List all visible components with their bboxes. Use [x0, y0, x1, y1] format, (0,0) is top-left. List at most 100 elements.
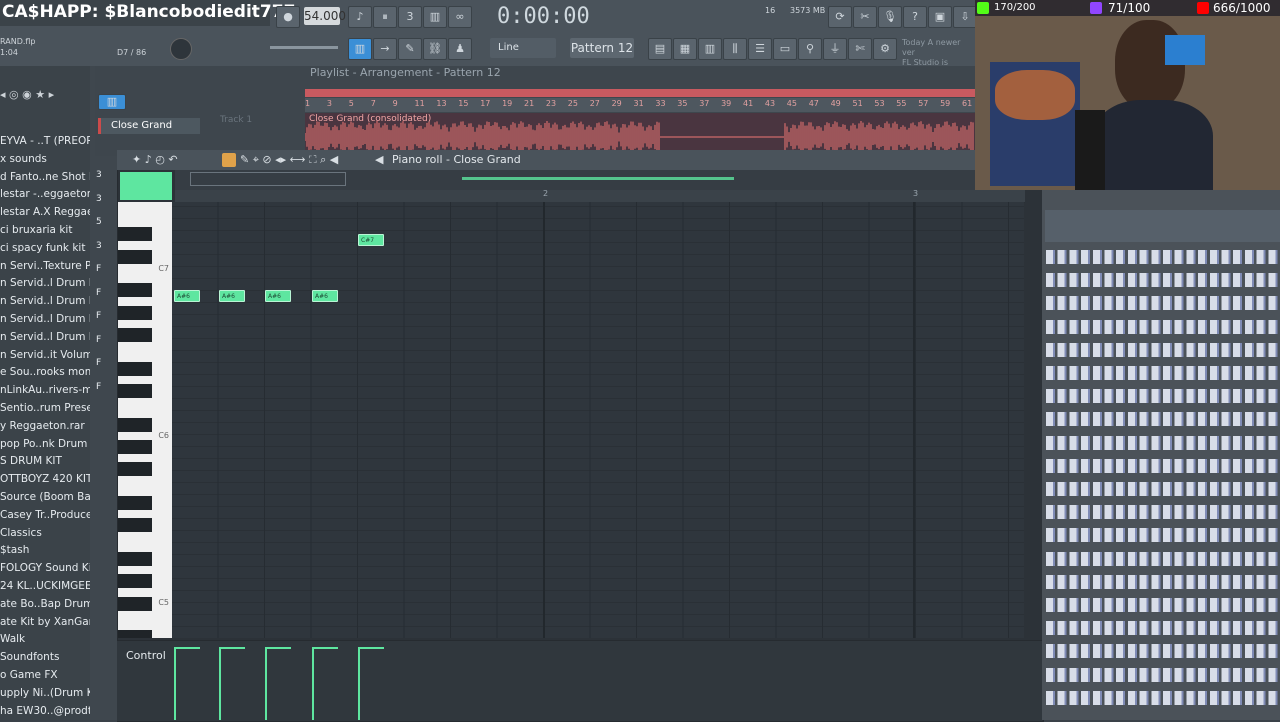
plug-icon[interactable]: ⏚ [823, 38, 847, 60]
browser-item[interactable]: Classics [0, 525, 90, 541]
metronome-icon[interactable]: ♪ [348, 6, 372, 28]
browser-item[interactable]: o Game FX [0, 667, 90, 683]
plugin-key-row[interactable] [1046, 598, 1280, 612]
link-icon[interactable]: ⛓ [423, 38, 447, 60]
browser-item[interactable]: Casey Tr..Producer Kit [0, 507, 90, 523]
master-pitch-slider[interactable] [270, 46, 338, 49]
piano-keyboard[interactable]: C7 C6 C5 [118, 202, 172, 638]
browser-item[interactable]: y Reggaeton.rar [0, 418, 90, 434]
plugin-key-row[interactable] [1046, 505, 1280, 520]
browser-item[interactable]: $tash [0, 542, 90, 558]
rack-channel[interactable]: F [96, 288, 112, 298]
black-key[interactable] [118, 328, 152, 342]
piano-roll-button[interactable]: ▥ [348, 38, 372, 60]
export-icon[interactable]: ⇩ [953, 6, 977, 28]
black-key[interactable] [118, 630, 152, 638]
black-key[interactable] [118, 384, 152, 398]
browser-item[interactable]: Sentio..rum Presets [0, 400, 90, 416]
plugin-key-row[interactable] [1046, 342, 1280, 357]
countdown-icon[interactable]: 3 [398, 6, 422, 28]
blend-notes-icon[interactable]: ∞ [448, 6, 472, 28]
velocity-bar[interactable] [312, 648, 314, 720]
project-icon[interactable]: ▭ [773, 38, 797, 60]
tempo-display[interactable]: 54.000 [304, 7, 346, 25]
mic-icon[interactable]: 🎙 [878, 6, 902, 28]
overview-window[interactable] [190, 172, 346, 186]
plugin-key-row[interactable] [1046, 250, 1280, 264]
channel-selector[interactable]: Close Grand [98, 118, 200, 134]
black-key[interactable] [118, 227, 152, 242]
plugin-key-row[interactable] [1046, 667, 1280, 682]
control-label[interactable]: Control [126, 649, 166, 662]
plugin-icon[interactable]: ⚲ [798, 38, 822, 60]
wrench-icon[interactable]: ⚙ [873, 38, 897, 60]
rack-channel[interactable]: 3 [96, 170, 112, 180]
black-key[interactable] [118, 440, 152, 454]
playlist-view-button[interactable]: ▥ [98, 94, 126, 110]
rack-channel[interactable]: F [96, 264, 112, 274]
plugin-key-row[interactable] [1046, 574, 1280, 589]
piano-roll-icon[interactable]: ▥ [698, 38, 722, 60]
rack-channel[interactable]: F [96, 335, 112, 345]
browser-icon[interactable]: ☰ [748, 38, 772, 60]
rack-channel[interactable]: F [96, 311, 112, 321]
plugin-key-row[interactable] [1046, 621, 1280, 636]
browser-item[interactable]: ha EW30..@prodtrivii [0, 703, 90, 719]
browser-item[interactable]: Source (Boom Bap) [0, 489, 90, 505]
velocity-bar[interactable] [219, 648, 221, 720]
browser-item[interactable]: FOLOGY Sound Kit [0, 560, 90, 576]
browser-item[interactable]: ate Kit by XanGang [0, 614, 90, 630]
pattern-selector[interactable]: Pattern 12 [570, 38, 634, 58]
browser-item[interactable]: S DRUM KIT [0, 453, 90, 469]
master-volume-knob[interactable] [170, 38, 192, 60]
browser-item[interactable]: pop Po..nk Drum Kit [0, 436, 90, 452]
velocity-bar[interactable] [265, 648, 267, 720]
black-key[interactable] [118, 283, 152, 298]
browser-item[interactable]: lestar A.X Reggaeton [0, 204, 90, 220]
step-edit-icon[interactable]: ▥ [423, 6, 447, 28]
plugin-key-row[interactable] [1046, 435, 1280, 450]
browser-item[interactable]: Walk [0, 631, 90, 647]
rack-channel[interactable]: 5 [96, 217, 112, 227]
browser-item[interactable]: lestar -..eggaeton V2 [0, 186, 90, 202]
cut-icon[interactable]: ✄ [848, 38, 872, 60]
online-icon[interactable]: ⟳ [828, 6, 852, 28]
plugin-key-row[interactable] [1046, 273, 1280, 288]
browser-item[interactable]: EYVA - ..T (PREORDER) [0, 133, 90, 149]
piano-roll-tools[interactable]: ✦ ♪ ◴ ↶ [132, 153, 178, 166]
plugin-key-row[interactable] [1046, 690, 1280, 705]
pencil-icon[interactable]: ✎ [398, 38, 422, 60]
black-key[interactable] [118, 305, 152, 320]
note-grid[interactable] [172, 202, 1024, 638]
plugin-key-row[interactable] [1046, 644, 1280, 659]
browser-item[interactable]: n Servid..l Drum Kit 6 [0, 329, 90, 345]
mixer-icon[interactable]: ⫼ [723, 38, 747, 60]
rack-channel[interactable]: 3 [96, 241, 112, 251]
black-key[interactable] [118, 462, 152, 477]
browser-item[interactable]: n Servid..l Drum Kit 4 [0, 293, 90, 309]
black-key[interactable] [118, 417, 152, 432]
plugin-key-row[interactable] [1046, 482, 1280, 496]
playlist-icon[interactable]: ▤ [648, 38, 672, 60]
black-key[interactable] [118, 574, 152, 589]
channel-rack-icon[interactable]: ▦ [673, 38, 697, 60]
browser-item[interactable]: n Servi..Texture Pack [0, 258, 90, 274]
vertical-scrollbar[interactable] [1026, 202, 1040, 638]
plugin-key-row[interactable] [1046, 389, 1280, 404]
help-icon[interactable]: ? [903, 6, 927, 28]
speaker-icon[interactable]: ◀ [375, 153, 383, 166]
rack-channel[interactable]: F [96, 382, 112, 392]
browser-item[interactable]: ate Bo..Bap Drumkit [0, 596, 90, 612]
browser-item[interactable]: e Sou..rooks moment [0, 364, 90, 380]
rack-channel[interactable]: 3 [96, 194, 112, 204]
note[interactable]: A#6 [265, 290, 291, 302]
browser-nav[interactable]: ◂ ◎ ◉ ★ ▸ [0, 88, 90, 102]
stamp-icon[interactable]: ♟ [448, 38, 472, 60]
control-lane[interactable] [117, 640, 1042, 721]
plugin-key-row[interactable] [1046, 528, 1280, 543]
rack-channel[interactable]: F [96, 358, 112, 368]
plugin-key-row[interactable] [1046, 366, 1280, 380]
browser-item[interactable]: ci bruxaria kit [0, 222, 90, 238]
black-key[interactable] [118, 596, 152, 611]
song-position-bar[interactable] [305, 89, 975, 97]
